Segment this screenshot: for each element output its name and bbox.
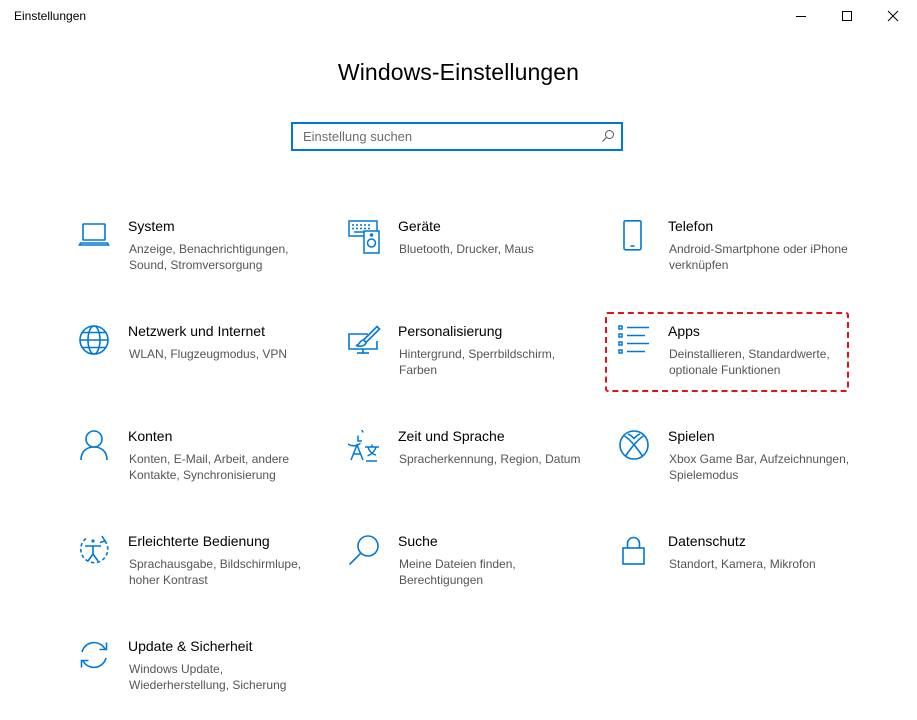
page-title: Windows-Einstellungen — [337, 59, 580, 85]
maximize-button[interactable] — [824, 0, 870, 32]
tile-title: Netzwerk und Internet — [128, 323, 265, 339]
tile-title: Update & Sicherheit — [128, 638, 253, 654]
tile-title: Telefon — [668, 218, 714, 234]
minimize-icon — [796, 16, 806, 17]
laptop-icon — [78, 220, 112, 254]
apps-list-icon — [618, 325, 652, 359]
tile-devices[interactable]: Geräte Bluetooth, Drucker, Maus — [348, 218, 598, 300]
tile-title: System — [128, 218, 175, 234]
tile-system[interactable]: System Anzeige, Benachrichtigungen, Soun… — [78, 218, 328, 300]
tile-gaming[interactable]: Spielen Xbox Game Bar, Aufzeichnungen, S… — [618, 428, 868, 510]
tile-description: Meine Dateien finden, Berechtigungen — [399, 557, 516, 587]
tile-network[interactable]: Netzwerk und Internet WLAN, Flugzeugmodu… — [78, 323, 328, 405]
tile-ease-of-access[interactable]: Erleichterte Bedienung Sprachausgabe, Bi… — [78, 533, 328, 615]
tile-search[interactable]: Suche Meine Dateien finden, Berechtigung… — [348, 533, 598, 615]
tile-accounts[interactable]: Konten Konten, E-Mail, Arbeit, andere Ko… — [78, 428, 328, 510]
close-icon — [887, 10, 899, 22]
tile-personalization[interactable]: Personalisierung Hintergrund, Sperrbilds… — [348, 323, 598, 405]
tile-title: Geräte — [398, 218, 441, 234]
tile-description: WLAN, Flugzeugmodus, VPN — [129, 347, 288, 361]
ease-of-access-icon — [78, 535, 112, 569]
lock-icon — [618, 535, 652, 569]
minimize-button[interactable] — [778, 0, 824, 32]
tile-description: Anzeige, Benachrichtigungen, Sound, Stro… — [129, 242, 289, 272]
tile-description: Deinstallieren, Standardwerte, optionale… — [669, 347, 830, 377]
tile-description: Hintergrund, Sperrbildschirm, Farben — [399, 347, 556, 377]
person-icon — [78, 430, 112, 464]
devices-icon — [348, 220, 382, 254]
tile-description: Sprachausgabe, Bildschirmlupe, hoher Kon… — [129, 557, 302, 587]
tile-title: Spielen — [668, 428, 715, 444]
tile-description: Android-Smartphone oder iPhone verknüpfe… — [669, 242, 848, 272]
tile-title: Personalisierung — [398, 323, 503, 339]
personalization-icon — [348, 325, 382, 359]
tile-title: Zeit und Sprache — [398, 428, 505, 444]
tile-update-security[interactable]: Update & Sicherheit Windows Update, Wied… — [78, 638, 328, 720]
tile-description: Spracherkennung, Region, Datum — [399, 452, 581, 466]
tile-description: Konten, E-Mail, Arbeit, andere Kontakte,… — [129, 452, 290, 482]
tile-privacy[interactable]: Datenschutz Standort, Kamera, Mikrofon — [618, 533, 868, 615]
tile-apps[interactable]: Apps Deinstallieren, Standardwerte, opti… — [618, 323, 868, 405]
tile-title: Suche — [398, 533, 438, 549]
tile-time-language[interactable]: Zeit und Sprache Spracherkennung, Region… — [348, 428, 598, 510]
phone-icon — [618, 220, 652, 254]
search-box[interactable] — [291, 122, 623, 151]
close-button[interactable] — [870, 0, 916, 32]
title-bar: Einstellungen — [0, 0, 917, 32]
tile-phone[interactable]: Telefon Android-Smartphone oder iPhone v… — [618, 218, 868, 300]
search-input[interactable] — [293, 124, 603, 149]
tile-description: Standort, Kamera, Mikrofon — [669, 557, 816, 571]
xbox-icon — [618, 430, 652, 464]
tile-title: Datenschutz — [668, 533, 746, 549]
maximize-icon — [842, 11, 852, 21]
window-title: Einstellungen — [14, 9, 87, 23]
tile-title: Apps — [668, 323, 700, 339]
time-language-icon — [348, 430, 382, 464]
tile-description: Bluetooth, Drucker, Maus — [399, 242, 534, 256]
tile-description: Windows Update, Wiederherstellung, Siche… — [129, 662, 287, 692]
tile-title: Konten — [128, 428, 173, 444]
search-icon[interactable] — [601, 129, 615, 148]
tile-title: Erleichterte Bedienung — [128, 533, 270, 549]
update-icon — [78, 640, 112, 674]
globe-icon — [78, 325, 112, 359]
search-icon — [348, 535, 382, 569]
tile-description: Xbox Game Bar, Aufzeichnungen, Spielemod… — [669, 452, 850, 482]
